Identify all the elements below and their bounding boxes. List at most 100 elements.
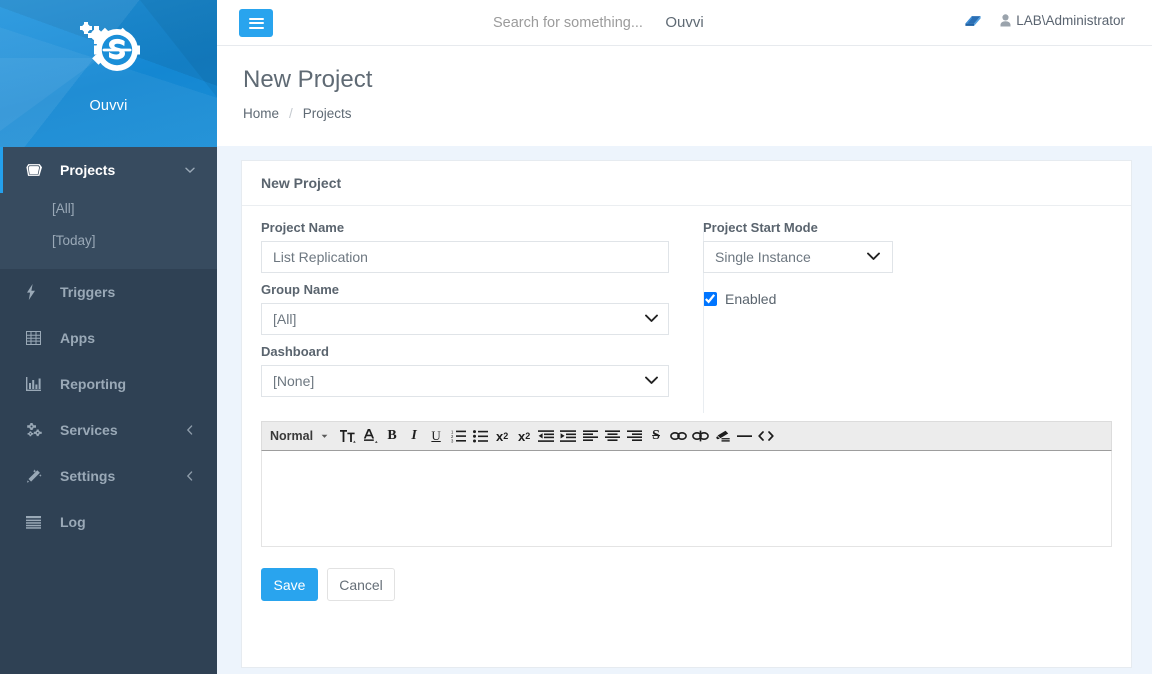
bold-icon[interactable]: B bbox=[381, 424, 403, 448]
panel-header: New Project bbox=[242, 161, 1131, 206]
sidebar-item-services[interactable]: Services bbox=[0, 407, 217, 453]
block-format-value: Normal bbox=[270, 429, 314, 443]
underline-icon[interactable]: U bbox=[425, 424, 447, 448]
sidebar-item-label: Projects bbox=[60, 162, 116, 178]
sidebar-item-label: Settings bbox=[60, 468, 116, 484]
sidebar-submenu-projects: [All] [Today] bbox=[0, 193, 217, 269]
sidebar-item-apps[interactable]: Apps bbox=[0, 315, 217, 361]
description-editor: Normal B I U 1 2 3 x 2 x 2 S bbox=[261, 421, 1112, 547]
dashboard-select[interactable]: [None] bbox=[261, 365, 669, 397]
link-icon[interactable] bbox=[667, 424, 689, 448]
field-enabled: Enabled bbox=[703, 291, 1111, 307]
sidebar-item-settings[interactable]: Settings bbox=[0, 453, 217, 499]
code-icon[interactable] bbox=[755, 424, 777, 448]
unlink-icon[interactable] bbox=[689, 424, 711, 448]
group-name-select-wrap: [All] bbox=[261, 303, 669, 335]
chevron-down-icon bbox=[321, 434, 328, 438]
breadcrumb-item-home[interactable]: Home bbox=[243, 106, 279, 121]
subscript-icon[interactable]: x2 bbox=[491, 424, 513, 448]
outdent-icon[interactable] bbox=[535, 424, 557, 448]
group-name-label: Group Name bbox=[261, 282, 340, 297]
editor-toolbar: Normal B I U 1 2 3 x 2 x 2 S bbox=[261, 421, 1112, 451]
start-mode-select-wrap: Single Instance bbox=[703, 241, 893, 273]
sidebar-item-log[interactable]: Log bbox=[0, 499, 217, 545]
indent-icon[interactable] bbox=[557, 424, 579, 448]
sidebar-item-reporting[interactable]: Reporting bbox=[0, 361, 217, 407]
field-project-name: Project Name bbox=[261, 220, 669, 273]
magic-wand-icon bbox=[26, 468, 48, 484]
sidebar-item-label: Reporting bbox=[60, 376, 127, 392]
project-name-label: Project Name bbox=[261, 220, 345, 235]
enabled-checkbox[interactable] bbox=[703, 292, 717, 306]
breadcrumb: Home / Projects bbox=[243, 106, 352, 121]
group-name-select[interactable]: [All] bbox=[261, 303, 669, 335]
panel-body: Project Name Group Name [All] bbox=[242, 206, 1131, 601]
list-icon bbox=[26, 514, 48, 530]
page-title: New Project bbox=[243, 66, 373, 93]
superscript-icon[interactable]: x2 bbox=[513, 424, 535, 448]
chevron-left-icon bbox=[186, 425, 193, 435]
font-color-icon[interactable] bbox=[359, 424, 381, 448]
sidebar-item-triggers[interactable]: Triggers bbox=[0, 269, 217, 315]
top-navigation-bar: Ouvvi LAB\Administrator bbox=[217, 0, 1152, 46]
sidebar-item-label: Apps bbox=[60, 330, 95, 346]
enabled-label: Enabled bbox=[725, 291, 777, 307]
field-group-name: Group Name [All] bbox=[261, 282, 669, 335]
sidebar-item-label: Log bbox=[60, 514, 86, 530]
start-mode-label: Project Start Mode bbox=[703, 220, 818, 235]
user-name: LAB\Administrator bbox=[1016, 13, 1125, 28]
ordered-list-icon[interactable]: 1 2 3 bbox=[447, 424, 469, 448]
new-project-panel: New Project Project Name Group Name [A bbox=[241, 160, 1132, 668]
form-columns: Project Name Group Name [All] bbox=[261, 220, 1112, 413]
book-icon[interactable] bbox=[964, 13, 982, 28]
align-left-icon[interactable] bbox=[579, 424, 601, 448]
topbar-actions: LAB\Administrator bbox=[964, 13, 1125, 28]
sidebar-item-projects[interactable]: Projects bbox=[0, 147, 217, 193]
sidebar: Ouvvi Projects [All] [Today] Triggers Ap… bbox=[0, 0, 217, 674]
user-menu[interactable]: LAB\Administrator bbox=[1000, 13, 1125, 28]
horizontal-rule-icon[interactable] bbox=[733, 424, 755, 448]
book-icon bbox=[26, 162, 48, 178]
brand-name: Ouvvi bbox=[89, 98, 128, 114]
form-column-left: Project Name Group Name [All] bbox=[261, 220, 686, 406]
cancel-button[interactable]: Cancel bbox=[327, 568, 395, 601]
editor-content-area[interactable] bbox=[261, 451, 1112, 547]
align-right-icon[interactable] bbox=[623, 424, 645, 448]
dashboard-label: Dashboard bbox=[261, 344, 329, 359]
table-grid-icon bbox=[26, 330, 48, 346]
block-format-select[interactable]: Normal bbox=[270, 429, 328, 443]
field-dashboard: Dashboard [None] bbox=[261, 344, 669, 397]
chevron-left-icon bbox=[186, 471, 193, 481]
clear-format-icon[interactable] bbox=[711, 424, 733, 448]
align-center-icon[interactable] bbox=[601, 424, 623, 448]
project-name-input[interactable] bbox=[261, 241, 669, 273]
cogs-icon bbox=[26, 422, 48, 438]
svg-text:3: 3 bbox=[451, 438, 454, 442]
sidebar-subitem-today[interactable]: [Today] bbox=[0, 225, 217, 257]
strikethrough-icon[interactable]: S bbox=[645, 424, 667, 448]
dashboard-select-wrap: [None] bbox=[261, 365, 669, 397]
font-size-icon[interactable] bbox=[337, 424, 359, 448]
form-column-right: Project Start Mode Single Instance Enabl… bbox=[686, 220, 1111, 406]
bar-chart-icon bbox=[26, 376, 48, 392]
sidebar-item-label: Services bbox=[60, 422, 118, 438]
unordered-list-icon[interactable] bbox=[469, 424, 491, 448]
save-button[interactable]: Save bbox=[261, 568, 318, 601]
panel-title: New Project bbox=[261, 175, 342, 191]
sidebar-group-projects: Projects [All] [Today] bbox=[0, 147, 217, 269]
sidebar-subitem-all[interactable]: [All] bbox=[0, 193, 217, 225]
field-start-mode: Project Start Mode Single Instance bbox=[703, 220, 1111, 273]
breadcrumb-separator: / bbox=[289, 106, 293, 121]
start-mode-select[interactable]: Single Instance bbox=[703, 241, 893, 273]
page-header: New Project Home / Projects bbox=[217, 46, 1152, 146]
breadcrumb-item-projects[interactable]: Projects bbox=[303, 106, 352, 121]
user-icon bbox=[1000, 14, 1011, 27]
bolt-icon bbox=[26, 284, 48, 300]
brand-header: Ouvvi bbox=[0, 0, 217, 147]
italic-icon[interactable]: I bbox=[403, 424, 425, 448]
sidebar-item-label: Triggers bbox=[60, 284, 116, 300]
gear-s-logo-icon bbox=[79, 22, 140, 71]
brand-decoration-triangle-2 bbox=[132, 0, 217, 110]
form-actions: Save Cancel bbox=[261, 568, 1112, 601]
content-area: New Project Project Name Group Name [A bbox=[217, 146, 1152, 674]
